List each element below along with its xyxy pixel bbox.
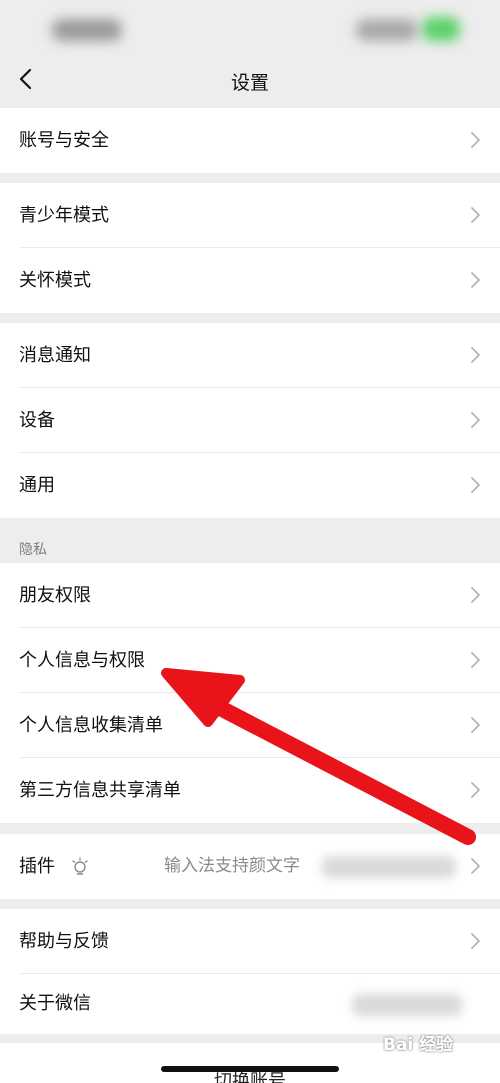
group-general: 消息通知 设备 通用 [0,323,500,518]
group-modes: 青少年模式 关怀模式 [0,183,500,313]
settings-item-label: 朋友权限 [19,585,91,606]
chevron-right-icon [471,272,480,288]
settings-item-label: 通用 [19,475,55,496]
bulb-icon [72,857,88,875]
settings-item-devices[interactable]: 设备 [0,388,500,453]
settings-item-youth-mode[interactable]: 青少年模式 [0,183,500,248]
section-header-privacy: 隐私 [19,542,47,558]
settings-item-label: 个人信息与权限 [19,650,145,671]
group-plugins: 插件 输入法支持颜文字 [0,834,500,899]
status-bar [0,0,500,60]
settings-item-label: 消息通知 [19,345,91,366]
settings-item-label: 插件 [19,856,55,877]
settings-item-help-feedback[interactable]: 帮助与反馈 [0,909,500,974]
settings-item-label: 青少年模式 [19,205,109,226]
watermark: Bai 经验 [383,1035,454,1055]
settings-item-general[interactable]: 通用 [0,453,500,518]
settings-item-friend-permissions[interactable]: 朋友权限 [0,563,500,628]
chevron-right-icon [471,858,480,874]
chevron-right-icon [471,933,480,949]
status-battery-blur [422,17,460,41]
group-account: 账号与安全 [0,108,500,173]
chevron-right-icon [471,717,480,733]
chevron-right-icon [471,412,480,428]
settings-item-label: 帮助与反馈 [19,931,109,952]
chevron-right-icon [471,207,480,223]
group-privacy: 朋友权限 个人信息与权限 个人信息收集清单 第三方信息共享清单 [0,563,500,823]
chevron-right-icon [471,132,480,148]
settings-item-personal-info-collection[interactable]: 个人信息收集清单 [0,693,500,758]
settings-item-third-party-sharing[interactable]: 第三方信息共享清单 [0,758,500,823]
settings-item-label: 关怀模式 [19,270,91,291]
settings-item-label: 设备 [19,410,55,431]
settings-item-label: 个人信息收集清单 [19,715,163,736]
chevron-right-icon [471,587,480,603]
settings-item-care-mode[interactable]: 关怀模式 [0,248,500,313]
settings-item-plugins[interactable]: 插件 输入法支持颜文字 [0,834,500,899]
page-title: 设置 [230,72,269,94]
plugin-value-blur [322,856,456,878]
status-signal-blur [356,19,418,41]
chevron-right-icon [471,652,480,668]
chevron-right-icon [471,477,480,493]
settings-item-account-security[interactable]: 账号与安全 [0,108,500,173]
settings-item-about-wechat[interactable]: 关于微信 [0,974,500,1034]
settings-item-notifications[interactable]: 消息通知 [0,323,500,388]
settings-item-label: 关于微信 [19,993,91,1014]
chevron-right-icon [471,782,480,798]
status-time-blur [52,19,122,41]
plugin-value: 输入法支持颜文字 [164,856,300,876]
group-help: 帮助与反馈 关于微信 [0,909,500,1034]
version-blur [352,994,462,1016]
chevron-right-icon [471,347,480,363]
settings-item-label: 第三方信息共享清单 [19,780,181,801]
nav-bar: 设置 [0,60,500,106]
home-indicator [161,1066,339,1072]
settings-item-label: 账号与安全 [19,130,109,151]
settings-item-personal-info-permissions[interactable]: 个人信息与权限 [0,628,500,693]
